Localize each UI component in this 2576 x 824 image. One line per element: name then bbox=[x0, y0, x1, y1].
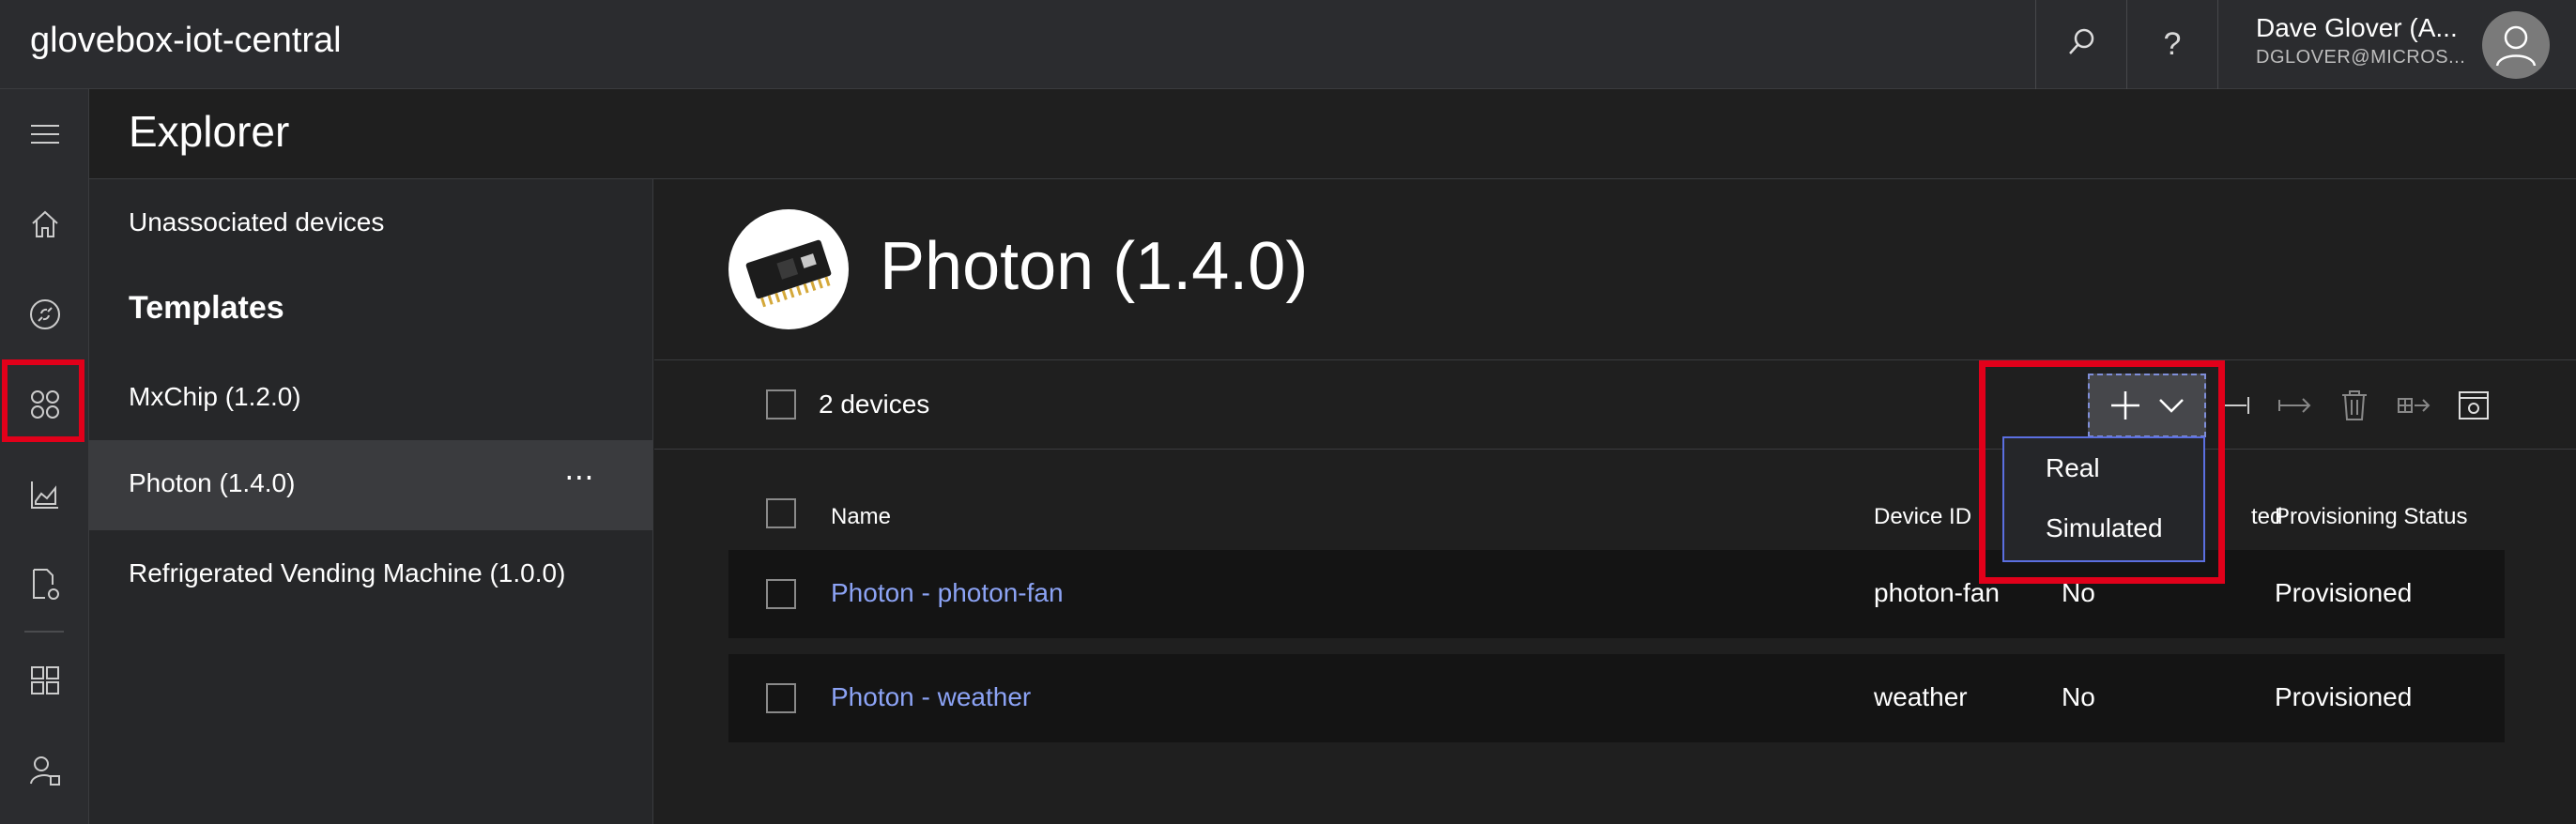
jobs-icon bbox=[32, 569, 59, 600]
device-table-header: Name Device ID ted Provisioning Status bbox=[728, 489, 2505, 542]
user-email: DGLOVER@MICROS... bbox=[2256, 47, 2466, 68]
unassociated-devices-label: Unassociated devices bbox=[129, 207, 385, 237]
device-toolbar: 2 devices bbox=[654, 359, 2576, 450]
block-icon bbox=[2220, 397, 2249, 414]
unassociated-devices-item[interactable]: Unassociated devices bbox=[89, 179, 652, 269]
search-button[interactable] bbox=[2035, 0, 2126, 89]
nav-divider bbox=[24, 631, 64, 633]
top-bar: glovebox-iot-central ? Dave Glover (A...… bbox=[0, 0, 2576, 89]
search-icon bbox=[2065, 26, 2097, 63]
column-header-name[interactable]: Name bbox=[831, 504, 891, 530]
nav-administration[interactable] bbox=[0, 725, 89, 816]
delete-button[interactable] bbox=[2336, 389, 2373, 422]
migrate-button[interactable] bbox=[2277, 389, 2314, 422]
left-nav-rail bbox=[0, 89, 89, 824]
hamburger-icon bbox=[30, 125, 59, 144]
more-options-icon[interactable]: ⋯ bbox=[564, 459, 596, 495]
settings-icon bbox=[2459, 391, 2489, 420]
select-all-checkbox[interactable] bbox=[766, 389, 796, 420]
template-item-mxchip[interactable]: MxChip (1.2.0) bbox=[89, 354, 652, 444]
help-icon: ? bbox=[2163, 26, 2182, 62]
device-name-link[interactable]: Photon - photon-fan bbox=[831, 578, 1064, 608]
template-item-label: Photon (1.4.0) bbox=[129, 468, 296, 497]
nav-home[interactable] bbox=[0, 179, 89, 269]
page-title: Explorer bbox=[129, 107, 290, 156]
template-item-vending-machine[interactable]: Refrigerated Vending Machine (1.0.0) bbox=[89, 530, 652, 620]
device-settings-button[interactable] bbox=[2455, 389, 2492, 422]
simulated-cell: No bbox=[2062, 682, 2095, 711]
nav-dashboard[interactable] bbox=[0, 635, 89, 725]
table-row[interactable]: Photon - photon-fan photon-fan No Provis… bbox=[728, 550, 2505, 638]
new-device-highlight-box bbox=[1979, 360, 2225, 584]
nav-analytics[interactable] bbox=[0, 450, 89, 540]
user-name: Dave Glover (A... bbox=[2256, 13, 2458, 42]
template-content: Photon (1.4.0) 2 devices Name Device ID … bbox=[654, 179, 2576, 824]
provisioning-status-cell: Provisioned bbox=[2275, 578, 2413, 607]
header-checkbox[interactable] bbox=[766, 498, 796, 528]
template-item-label: Refrigerated Vending Machine (1.0.0) bbox=[129, 558, 566, 587]
user-icon bbox=[2495, 25, 2537, 67]
help-button[interactable]: ? bbox=[2126, 0, 2217, 89]
table-row[interactable]: Photon - weather weather No Provisioned bbox=[728, 654, 2505, 742]
device-explorer-highlight-box bbox=[2, 359, 84, 442]
page-header: Explorer bbox=[89, 89, 2576, 179]
home-icon bbox=[31, 210, 58, 237]
export-button[interactable] bbox=[2396, 389, 2433, 422]
template-item-photon[interactable]: Photon (1.4.0) ⋯ bbox=[89, 440, 652, 530]
hamburger-menu-button[interactable] bbox=[0, 89, 89, 179]
explorer-panel: Unassociated devices Templates MxChip (1… bbox=[89, 179, 653, 824]
column-header-device-id[interactable]: Device ID bbox=[1874, 504, 1971, 530]
export-icon bbox=[2398, 398, 2430, 413]
nav-device-explorer[interactable] bbox=[0, 269, 89, 359]
device-count: 2 devices bbox=[819, 389, 930, 419]
row-checkbox[interactable] bbox=[766, 683, 796, 713]
templates-heading: Templates bbox=[129, 290, 284, 326]
template-title: Photon (1.4.0) bbox=[880, 229, 1309, 304]
dashboard-icon bbox=[30, 666, 59, 694]
device-name-link[interactable]: Photon - weather bbox=[831, 682, 1031, 712]
app-title[interactable]: glovebox-iot-central bbox=[30, 21, 342, 61]
column-header-provisioning-status[interactable]: Provisioning Status bbox=[2275, 504, 2467, 530]
administration-icon bbox=[29, 756, 60, 786]
provisioning-status-cell: Provisioned bbox=[2275, 682, 2413, 711]
row-checkbox[interactable] bbox=[766, 579, 796, 609]
device-id-cell: weather bbox=[1874, 682, 1968, 711]
device-image bbox=[728, 209, 849, 329]
avatar[interactable] bbox=[2482, 11, 2550, 79]
delete-icon bbox=[2342, 390, 2367, 420]
nav-jobs[interactable] bbox=[0, 540, 89, 630]
device-explorer-icon bbox=[29, 299, 60, 329]
migrate-icon bbox=[2278, 398, 2311, 413]
analytics-icon bbox=[30, 481, 58, 509]
template-item-label: MxChip (1.2.0) bbox=[129, 382, 301, 411]
